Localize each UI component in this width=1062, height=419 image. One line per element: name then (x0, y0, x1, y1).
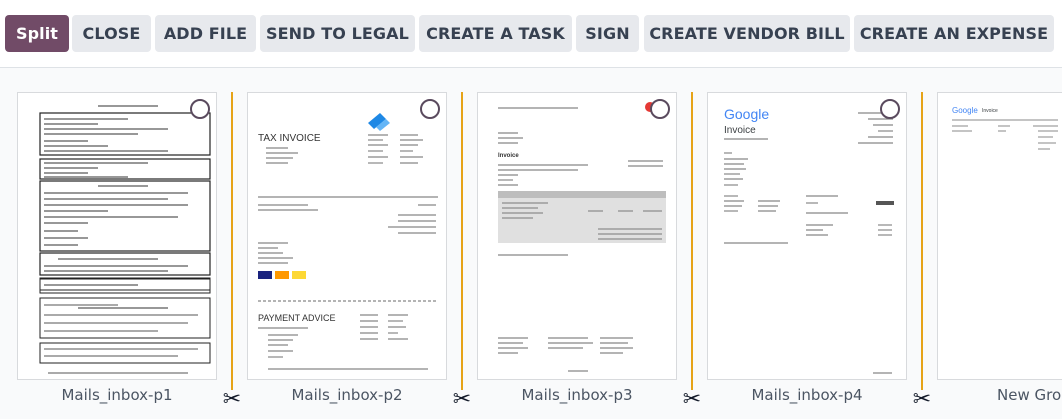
sign-button[interactable]: SIGN (576, 15, 639, 52)
split-button[interactable]: Split (5, 15, 69, 52)
create-task-button[interactable]: CREATE A TASK (419, 15, 572, 52)
doc-title: Invoice (498, 153, 519, 159)
page-thumbnail-p1[interactable] (17, 92, 217, 380)
control-panel-toolbar: Split CLOSE ADD FILE SEND TO LEGAL CREAT… (0, 0, 1062, 68)
document-preview-p3: Invoice (498, 102, 666, 372)
doc-title: TAX INVOICE (258, 133, 321, 144)
doc-title: Invoice (982, 108, 998, 114)
split-divider (921, 92, 923, 390)
create-vendor-bill-button[interactable]: CREATE VENDOR BILL (644, 15, 850, 52)
scissors-icon[interactable]: ✂ (911, 386, 933, 414)
page-thumbnail-p3[interactable]: Invoice (477, 92, 677, 380)
split-divider (461, 92, 463, 390)
page-thumbnail-p4[interactable]: Google Invoice (707, 92, 907, 380)
page-label: Mails_inbox-p3 (521, 386, 633, 404)
split-divider (231, 92, 233, 390)
page-label: Mails_inbox-p2 (291, 386, 403, 404)
scissors-icon[interactable]: ✂ (221, 386, 243, 414)
page-thumbnail-new-group[interactable]: Google Invoice (937, 92, 1062, 380)
page-label: New Grou (997, 386, 1062, 404)
document-preview-new-group: Google Invoice (952, 106, 1058, 150)
doc-title: Invoice (724, 125, 756, 136)
page-label: Mails_inbox-p4 (751, 386, 863, 404)
split-divider (691, 92, 693, 390)
google-logo: Google (952, 106, 978, 115)
page-thumbnail-p2[interactable]: TAX INVOICE PAYMENT ADVICE (247, 92, 447, 380)
google-logo: Google (724, 106, 769, 122)
doc-section: PAYMENT ADVICE (258, 313, 336, 323)
scissors-icon[interactable]: ✂ (681, 386, 703, 414)
scissors-icon[interactable]: ✂ (451, 386, 473, 414)
add-file-button[interactable]: ADD FILE (155, 15, 256, 52)
send-to-legal-button[interactable]: SEND TO LEGAL (260, 15, 415, 52)
document-preview-p4: Google Invoice (724, 106, 894, 374)
page-select-checkbox[interactable] (190, 99, 210, 119)
document-preview-p2: TAX INVOICE PAYMENT ADVICE (258, 113, 438, 370)
create-expense-button[interactable]: CREATE AN EXPENSE (854, 15, 1054, 52)
close-button[interactable]: CLOSE (72, 15, 151, 52)
document-preview-p1 (39, 105, 211, 374)
page-select-checkbox[interactable] (420, 99, 440, 119)
page-select-checkbox[interactable] (880, 99, 900, 119)
page-label: Mails_inbox-p1 (61, 386, 173, 404)
page-select-checkbox[interactable] (650, 99, 670, 119)
